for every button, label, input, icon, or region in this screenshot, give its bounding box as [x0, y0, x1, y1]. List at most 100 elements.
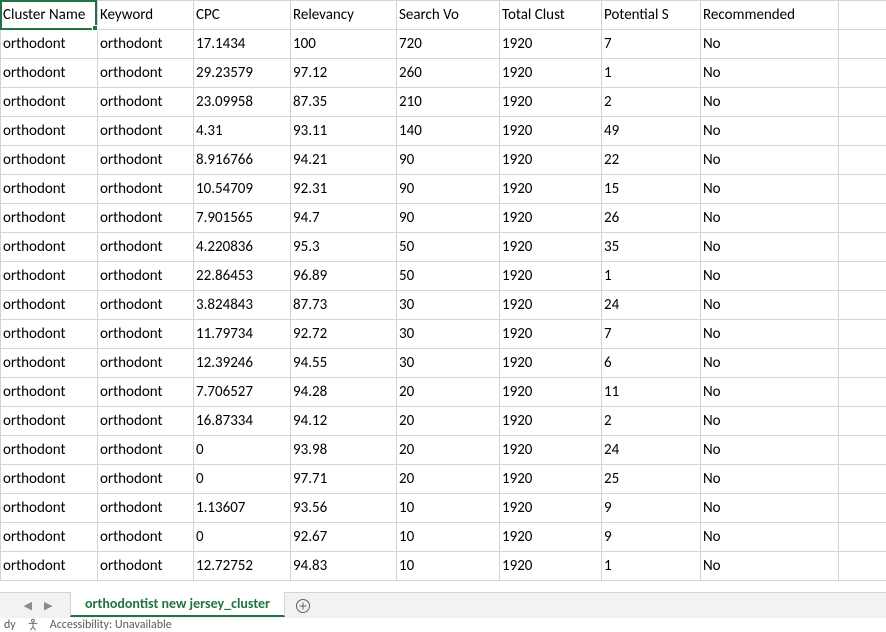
cell-total-cluster[interactable]: 1920 [500, 320, 602, 349]
cell-potential-s[interactable]: 11 [602, 378, 701, 407]
cell-recommended[interactable]: No [701, 175, 839, 204]
cell-keyword[interactable]: orthodont [98, 146, 194, 175]
cell-cpc[interactable]: 10.54709 [194, 175, 291, 204]
cell-cpc[interactable]: 0 [194, 465, 291, 494]
cell-empty[interactable] [839, 320, 886, 349]
cell-cpc[interactable]: 17.1434 [194, 30, 291, 59]
cell-recommended[interactable]: No [701, 146, 839, 175]
cell-recommended[interactable]: No [701, 88, 839, 117]
cell-cpc[interactable]: 3.824843 [194, 291, 291, 320]
cell-empty[interactable] [839, 552, 886, 581]
cell-recommended[interactable]: No [701, 30, 839, 59]
cell-relevancy[interactable]: 92.31 [291, 175, 397, 204]
cell-potential-s[interactable]: 9 [602, 523, 701, 552]
cell-search-volume[interactable]: 720 [397, 30, 500, 59]
cell-total-cluster[interactable]: 1920 [500, 494, 602, 523]
cell-cpc[interactable]: 4.220836 [194, 233, 291, 262]
cell-search-volume[interactable]: 10 [397, 494, 500, 523]
cell-recommended[interactable]: No [701, 407, 839, 436]
cell-search-volume[interactable]: 260 [397, 59, 500, 88]
cell-total-cluster[interactable]: 1920 [500, 88, 602, 117]
cell-search-volume[interactable]: 90 [397, 146, 500, 175]
cell-cpc[interactable]: 1.13607 [194, 494, 291, 523]
tab-nav-prev-icon[interactable]: ◀ [24, 600, 32, 611]
cell-empty[interactable] [839, 407, 886, 436]
cell-cpc[interactable]: 12.39246 [194, 349, 291, 378]
header-recommended[interactable]: Recommended [701, 1, 839, 30]
cell-relevancy[interactable]: 92.72 [291, 320, 397, 349]
cell-potential-s[interactable]: 24 [602, 291, 701, 320]
cell-total-cluster[interactable]: 1920 [500, 407, 602, 436]
cell-total-cluster[interactable]: 1920 [500, 552, 602, 581]
cell-total-cluster[interactable]: 1920 [500, 291, 602, 320]
cell-recommended[interactable]: No [701, 117, 839, 146]
cell-potential-s[interactable]: 6 [602, 349, 701, 378]
cell-cluster-name[interactable]: orthodont [1, 146, 98, 175]
cell-recommended[interactable]: No [701, 523, 839, 552]
cell-cpc[interactable]: 23.09958 [194, 88, 291, 117]
cell-potential-s[interactable]: 25 [602, 465, 701, 494]
cell-keyword[interactable]: orthodont [98, 407, 194, 436]
cell-cluster-name[interactable]: orthodont [1, 117, 98, 146]
cell-keyword[interactable]: orthodont [98, 175, 194, 204]
cell-potential-s[interactable]: 26 [602, 204, 701, 233]
cell-keyword[interactable]: orthodont [98, 465, 194, 494]
cell-keyword[interactable]: orthodont [98, 262, 194, 291]
cell-cpc[interactable]: 0 [194, 523, 291, 552]
cell-empty[interactable] [839, 378, 886, 407]
cell-cluster-name[interactable]: orthodont [1, 378, 98, 407]
cell-search-volume[interactable]: 210 [397, 88, 500, 117]
cell-potential-s[interactable]: 7 [602, 30, 701, 59]
header-keyword[interactable]: Keyword [98, 1, 194, 30]
cell-recommended[interactable]: No [701, 349, 839, 378]
cell-search-volume[interactable]: 30 [397, 291, 500, 320]
cell-search-volume[interactable]: 10 [397, 552, 500, 581]
cell-search-volume[interactable]: 20 [397, 378, 500, 407]
cell-relevancy[interactable]: 100 [291, 30, 397, 59]
cell-cluster-name[interactable]: orthodont [1, 320, 98, 349]
worksheet-grid[interactable]: Cluster Name Keyword CPC Relevancy Searc… [0, 0, 886, 592]
cell-empty[interactable] [839, 349, 886, 378]
cell-empty[interactable] [839, 494, 886, 523]
cell-potential-s[interactable]: 1 [602, 262, 701, 291]
cell-relevancy[interactable]: 97.12 [291, 59, 397, 88]
cell-cluster-name[interactable]: orthodont [1, 204, 98, 233]
tab-nav-next-icon[interactable]: ▶ [44, 600, 52, 611]
cell-cluster-name[interactable]: orthodont [1, 465, 98, 494]
cell-cluster-name[interactable]: orthodont [1, 436, 98, 465]
cell-cpc[interactable]: 29.23579 [194, 59, 291, 88]
cell-empty[interactable] [839, 465, 886, 494]
cell-potential-s[interactable]: 15 [602, 175, 701, 204]
cell-total-cluster[interactable]: 1920 [500, 204, 602, 233]
cell-cluster-name[interactable]: orthodont [1, 30, 98, 59]
cell-keyword[interactable]: orthodont [98, 552, 194, 581]
cell-potential-s[interactable]: 2 [602, 88, 701, 117]
cell-cpc[interactable]: 12.72752 [194, 552, 291, 581]
cell-recommended[interactable]: No [701, 59, 839, 88]
cell-cluster-name[interactable]: orthodont [1, 523, 98, 552]
cell-keyword[interactable]: orthodont [98, 233, 194, 262]
cell-total-cluster[interactable]: 1920 [500, 523, 602, 552]
cell-cpc[interactable]: 7.706527 [194, 378, 291, 407]
cell-relevancy[interactable]: 93.56 [291, 494, 397, 523]
cell-total-cluster[interactable]: 1920 [500, 465, 602, 494]
cell-total-cluster[interactable]: 1920 [500, 175, 602, 204]
cell-cluster-name[interactable]: orthodont [1, 262, 98, 291]
cell-recommended[interactable]: No [701, 262, 839, 291]
header-empty[interactable] [839, 1, 886, 30]
header-cpc[interactable]: CPC [194, 1, 291, 30]
cell-potential-s[interactable]: 35 [602, 233, 701, 262]
cell-total-cluster[interactable]: 1920 [500, 146, 602, 175]
cell-potential-s[interactable]: 22 [602, 146, 701, 175]
cell-search-volume[interactable]: 20 [397, 436, 500, 465]
cell-empty[interactable] [839, 262, 886, 291]
cell-cpc[interactable]: 7.901565 [194, 204, 291, 233]
cell-empty[interactable] [839, 88, 886, 117]
cell-keyword[interactable]: orthodont [98, 378, 194, 407]
header-relevancy[interactable]: Relevancy [291, 1, 397, 30]
cell-relevancy[interactable]: 93.11 [291, 117, 397, 146]
cell-keyword[interactable]: orthodont [98, 30, 194, 59]
cell-search-volume[interactable]: 20 [397, 407, 500, 436]
cell-total-cluster[interactable]: 1920 [500, 262, 602, 291]
cell-cpc[interactable]: 8.916766 [194, 146, 291, 175]
